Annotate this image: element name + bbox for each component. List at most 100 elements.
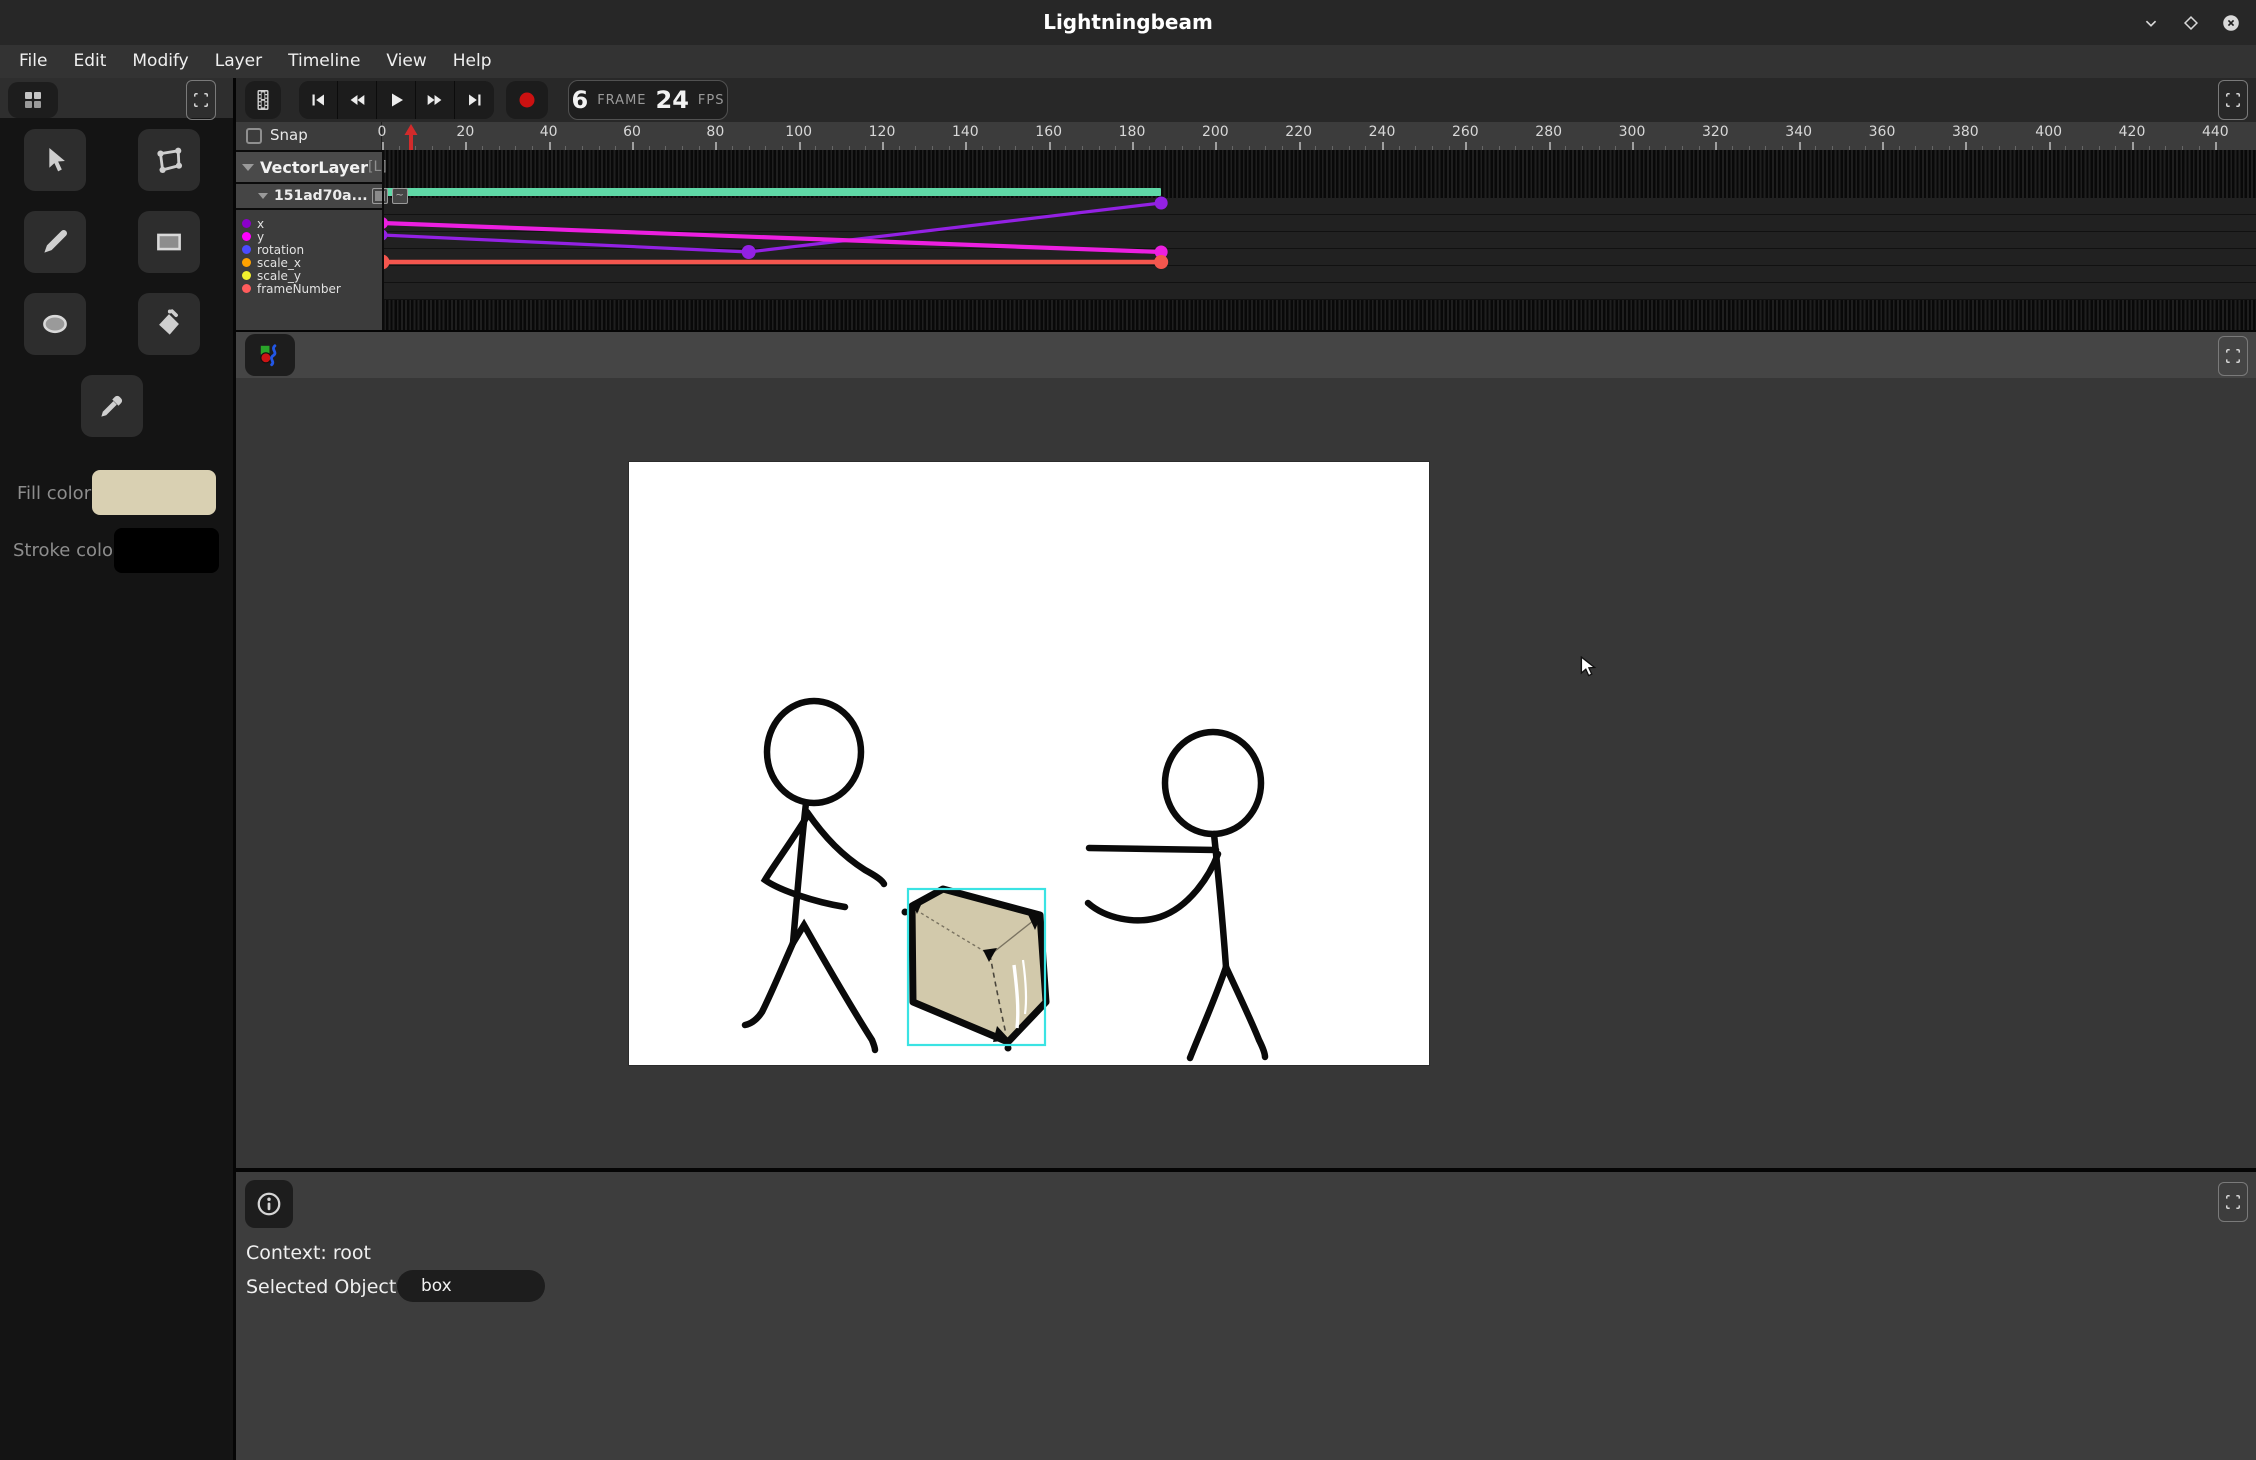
canvas-expand-icon[interactable] (2218, 336, 2248, 376)
stroke-color-swatch[interactable] (114, 528, 219, 573)
stage[interactable] (629, 462, 1429, 1065)
info-icon[interactable] (245, 1180, 293, 1228)
legend-row-y[interactable]: y (236, 230, 382, 243)
tool-button-eyedropper[interactable] (81, 375, 143, 437)
menu-item-help[interactable]: Help (440, 45, 505, 78)
skip-to-start-icon[interactable] (299, 81, 338, 119)
eyedropper-icon (95, 389, 129, 423)
ruler-tick (1049, 142, 1051, 150)
timeline-panel: 6 FRAME 24 FPS Snap 02040608010012014016… (236, 78, 2256, 330)
ruler-tick (1715, 142, 1717, 150)
ruler-label: 60 (623, 124, 641, 140)
keyframe-dot-x[interactable] (742, 245, 756, 259)
frame-value[interactable]: 6 (572, 86, 589, 114)
legend-row-scale_y[interactable]: scale_y (236, 269, 382, 282)
fast-forward-icon[interactable] (416, 81, 455, 119)
ruler-tick (715, 142, 717, 150)
film-icon[interactable] (245, 81, 281, 119)
legend-row-x[interactable]: x (236, 217, 382, 230)
ruler-tick (465, 142, 467, 150)
ruler-label: 120 (869, 124, 896, 140)
legend-row-rotation[interactable]: rotation (236, 243, 382, 256)
ruler-tick (1799, 142, 1801, 150)
legend-dot-scale_x (242, 258, 251, 267)
frames-area[interactable] (382, 150, 2256, 330)
ruler-tick (2049, 142, 2051, 150)
pencil-icon (38, 225, 72, 259)
tool-button-rectangle[interactable] (138, 211, 200, 273)
stick-figure-left[interactable] (745, 701, 884, 1050)
ruler-label: 80 (706, 124, 724, 140)
stick-figure-right[interactable] (1088, 732, 1265, 1058)
legend-dot-rotation (242, 245, 251, 254)
menu-item-layer[interactable]: Layer (202, 45, 275, 78)
visibility-toggle-icon[interactable] (372, 188, 388, 204)
ruler-label: 0 (378, 124, 387, 140)
rewind-icon[interactable] (338, 81, 377, 119)
frame-counter[interactable]: 6 FRAME 24 FPS (568, 80, 728, 120)
box-object[interactable] (902, 889, 1047, 1052)
ruler-label: 420 (2119, 124, 2146, 140)
panel-grid-icon[interactable] (8, 82, 58, 118)
close-icon[interactable] (2218, 10, 2244, 36)
menu-item-modify[interactable]: Modify (119, 45, 201, 78)
ruler-label: 340 (1785, 124, 1812, 140)
legend-row-frameNumber[interactable]: frameNumber (236, 282, 382, 295)
ruler-label: 20 (456, 124, 474, 140)
keyframe-dot-x[interactable] (1155, 197, 1168, 210)
tool-button-transform[interactable] (138, 129, 200, 191)
menu-item-edit[interactable]: Edit (60, 45, 119, 78)
ruler-label: 400 (2035, 124, 2062, 140)
ruler-scale[interactable]: 0204060801001201401601802002202402602803… (382, 122, 2256, 150)
menu-item-timeline[interactable]: Timeline (275, 45, 373, 78)
ruler-label: 200 (1202, 124, 1229, 140)
ruler-label: 140 (952, 124, 979, 140)
skip-to-end-icon[interactable] (455, 81, 494, 119)
window-title: Lightningbeam (0, 0, 2256, 45)
maximize-icon[interactable] (2178, 10, 2204, 36)
fps-value[interactable]: 24 (656, 86, 689, 114)
ruler-tick (799, 142, 801, 150)
tool-button-ellipse[interactable] (24, 293, 86, 355)
tool-button-paint-bucket[interactable] (138, 293, 200, 355)
curve-y[interactable] (382, 223, 1161, 252)
ruler-tick (382, 142, 384, 150)
inspector-panel: Context: root Selected Object (236, 1172, 2256, 1460)
menu-item-file[interactable]: File (6, 45, 60, 78)
snap-zone: Snap (236, 122, 382, 150)
ruler-tick (632, 142, 634, 150)
ruler-tick (2215, 142, 2217, 150)
ruler-tick (1382, 142, 1384, 150)
legend-dot-x (242, 219, 251, 228)
legend-row-scale_x[interactable]: scale_x (236, 256, 382, 269)
ruler-tick (1465, 142, 1467, 150)
collapse-triangle-icon[interactable] (258, 193, 268, 199)
layer-row-object[interactable]: 151ad70a... ~ (236, 184, 382, 208)
legend-dot-y (242, 232, 251, 241)
menu-bar: FileEditModifyLayerTimelineViewHelp (0, 45, 2256, 78)
minimize-icon[interactable] (2138, 10, 2164, 36)
tool-button-select[interactable] (24, 129, 86, 191)
layer-row-vectorlayer[interactable]: VectorLayer [L] (236, 152, 382, 182)
play-icon[interactable] (377, 81, 416, 119)
selected-object-input[interactable] (397, 1270, 545, 1302)
keyframe-curves[interactable] (382, 150, 2256, 330)
inspector-expand-icon[interactable] (2218, 1182, 2248, 1222)
record-icon[interactable] (506, 81, 548, 119)
ruler-tick (1965, 142, 1967, 150)
menu-item-view[interactable]: View (373, 45, 439, 78)
snap-checkbox[interactable] (246, 128, 262, 144)
fill-color-swatch[interactable] (92, 470, 216, 515)
window-controls (2138, 0, 2244, 45)
tool-panel-expand-icon[interactable] (186, 80, 216, 120)
ellipse-icon (38, 307, 72, 341)
tool-button-pencil[interactable] (24, 211, 86, 273)
select-icon (38, 143, 72, 177)
curve-toggle-icon[interactable]: ~ (392, 188, 408, 204)
legend-label: x (257, 217, 264, 231)
timeline-expand-icon[interactable] (2218, 80, 2248, 120)
collapse-triangle-icon[interactable] (242, 164, 254, 171)
tool-panel: Fill color: Stroke color: (0, 78, 233, 1460)
shapes-logo-icon[interactable] (245, 334, 295, 376)
keyframe-dot-frameNumber[interactable] (1154, 255, 1168, 269)
